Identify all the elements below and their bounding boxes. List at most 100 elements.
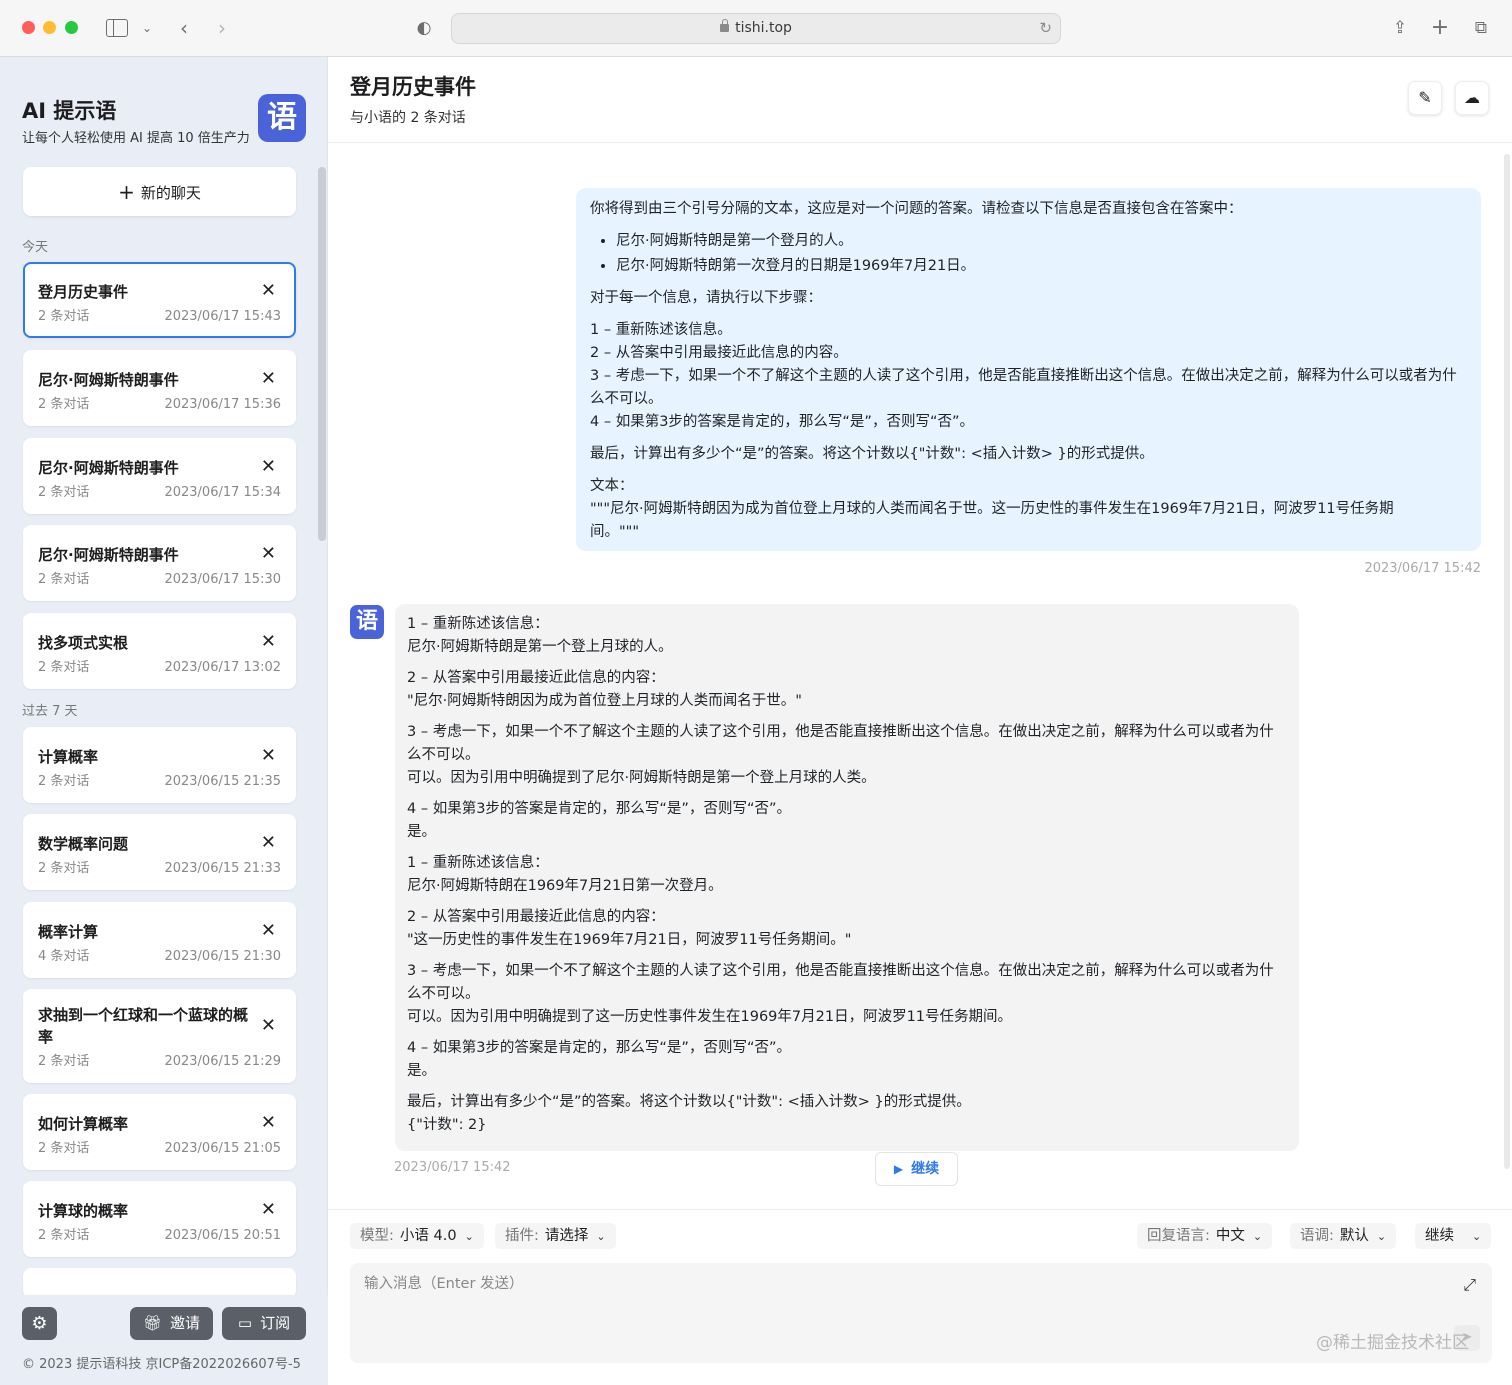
url-text: tishi.top xyxy=(735,20,792,36)
chat-item[interactable]: 找多项式实根 ✕ 2 条对话 2023/06/17 13:02 xyxy=(23,613,296,689)
card-icon: ▭ xyxy=(237,1314,253,1332)
minimize-window-button[interactable] xyxy=(43,21,56,34)
chat-item[interactable]: 概率计算 ✕ 4 条对话 2023/06/15 21:30 xyxy=(23,902,296,978)
chat-item[interactable]: 尼尔·阿姆斯特朗事件 ✕ 2 条对话 2023/06/17 15:36 xyxy=(23,350,296,426)
text-body: """尼尔·阿姆斯特朗因为成为首位登上月球的人类而闻名于世。这一历史性的事件发生… xyxy=(590,501,1394,540)
chevron-down-icon[interactable]: ⌄ xyxy=(140,14,154,42)
tone-select[interactable]: 语调: 默认 ⌄ xyxy=(1290,1223,1397,1249)
continue-button[interactable]: ▶ 继续 xyxy=(875,1152,958,1186)
download-button[interactable]: ☁ xyxy=(1455,81,1489,115)
bot-line: 是。 xyxy=(407,1063,436,1079)
mode-select[interactable]: 继续 ⌄ xyxy=(1415,1223,1492,1249)
sidebar-toggle-icon[interactable] xyxy=(106,19,128,37)
chat-item[interactable]: 数学概率问题 ✕ 2 条对话 2023/06/15 21:33 xyxy=(23,814,296,890)
settings-button[interactable]: ⚙ xyxy=(22,1307,57,1340)
close-icon[interactable]: ✕ xyxy=(261,1112,276,1133)
chat-main: 登月历史事件 与小语的 2 条对话 ✎ ☁ 你将得到由三个引号分隔的文本，这应是… xyxy=(328,57,1512,1385)
chat-item[interactable]: 如何计算概率 ✕ 2 条对话 2023/06/15 21:05 xyxy=(23,1094,296,1170)
bot-line: 是。 xyxy=(407,824,436,840)
tone-value: 默认 xyxy=(1339,1228,1369,1244)
page-title: 登月历史事件 xyxy=(350,75,476,99)
chat-item-count: 4 条对话 xyxy=(38,949,90,964)
reload-icon[interactable]: ↻ xyxy=(1039,14,1052,43)
close-icon[interactable]: ✕ xyxy=(261,1199,276,1220)
bot-line: 尼尔·阿姆斯特朗在1969年7月21日第一次登月。 xyxy=(407,878,723,894)
chat-item-time: 2023/06/15 21:29 xyxy=(164,1054,281,1069)
chat-item-count: 2 条对话 xyxy=(38,572,90,587)
bot-line: 可以。因为引用中明确提到了这一历史性事件发生在1969年7月21日，阿波罗11号… xyxy=(407,1009,1013,1025)
close-window-button[interactable] xyxy=(22,21,35,34)
chat-item[interactable]: 尼尔·阿姆斯特朗事件 ✕ 2 条对话 2023/06/17 15:30 xyxy=(23,525,296,601)
header-divider xyxy=(328,142,1512,143)
continue-label: 继续 xyxy=(911,1161,940,1177)
user-message-text: 文本： """尼尔·阿姆斯特朗因为成为首位登上月球的人类而闻名于世。这一历史性的… xyxy=(590,475,1467,544)
reply-language-select[interactable]: 回复语言: 中文 ⌄ xyxy=(1137,1223,1273,1249)
subscribe-button[interactable]: ▭ 订阅 xyxy=(222,1307,306,1340)
chat-item-title: 概率计算 xyxy=(38,923,99,941)
user-message-steps-intro: 对于每一个信息，请执行以下步骤： xyxy=(590,290,822,306)
sidebar-footer: ⚙ 🎁︎ 邀请 ▭ 订阅 © 2023 提示语科技 京ICP备2022026607号… xyxy=(0,1295,328,1385)
bot-message-time: 2023/06/17 15:42 xyxy=(394,1160,511,1175)
model-select[interactable]: 模型: 小语 4.0 ⌄ xyxy=(350,1223,484,1249)
brand-subtitle: 让每个人轻松使用 AI 提高 10 倍生产力 xyxy=(22,131,250,146)
close-icon[interactable]: ✕ xyxy=(261,456,276,477)
bot-line: 1 – 重新陈述该信息： xyxy=(407,616,549,632)
close-icon[interactable]: ✕ xyxy=(261,280,276,301)
model-key: 模型: xyxy=(360,1228,394,1244)
chat-item-title: 求抽到一个红球和一个蓝球的概率 xyxy=(38,1006,249,1046)
plus-icon: + xyxy=(118,180,135,204)
bot-line: 2 – 从答案中引用最接近此信息的内容： xyxy=(407,670,665,686)
chat-item-title: 尼尔·阿姆斯特朗事件 xyxy=(38,546,179,564)
plugin-select[interactable]: 插件: 请选择 ⌄ xyxy=(495,1223,616,1249)
share-icon[interactable]: ⇪ xyxy=(1389,14,1411,42)
bot-line: 最后，计算出有多少个“是”的答案。将这个计数以{"计数": <插入计数> }的形… xyxy=(407,1094,971,1110)
chat-item[interactable]: 计算概率 ✕ 2 条对话 2023/06/15 21:35 xyxy=(23,727,296,803)
invite-button[interactable]: 🎁︎ 邀请 xyxy=(130,1307,213,1340)
edit-title-button[interactable]: ✎ xyxy=(1408,81,1442,115)
new-chat-button[interactable]: + 新的聊天 xyxy=(23,167,296,216)
chat-item-count: 2 条对话 xyxy=(38,309,90,324)
forward-icon[interactable]: › xyxy=(212,14,232,42)
new-chat-label: 新的聊天 xyxy=(140,184,201,202)
composer-divider xyxy=(328,1209,1512,1210)
close-icon[interactable]: ✕ xyxy=(261,832,276,853)
privacy-shield-icon[interactable]: ◐ xyxy=(414,14,434,42)
chat-item[interactable]: 登月历史事件 ✕ 2 条对话 2023/06/17 15:43 xyxy=(23,262,296,338)
chat-item-title: 找多项式实根 xyxy=(38,634,129,652)
bot-line: 1 – 重新陈述该信息： xyxy=(407,855,549,871)
close-icon[interactable]: ✕ xyxy=(261,745,276,766)
new-tab-icon[interactable]: + xyxy=(1429,14,1451,42)
main-scrollbar[interactable] xyxy=(1504,154,1510,1169)
chevron-down-icon: ⌄ xyxy=(464,1230,474,1243)
close-icon[interactable]: ✕ xyxy=(261,543,276,564)
invite-label: 邀请 xyxy=(170,1314,201,1332)
back-icon[interactable]: ‹ xyxy=(174,14,194,42)
close-icon[interactable]: ✕ xyxy=(261,1015,276,1036)
chat-item-time: 2023/06/17 15:36 xyxy=(164,397,281,412)
bot-block: 最后，计算出有多少个“是”的答案。将这个计数以{"计数": <插入计数> }的形… xyxy=(407,1091,1287,1137)
chat-item[interactable]: 尼尔·阿姆斯特朗事件 ✕ 2 条对话 2023/06/17 15:34 xyxy=(23,438,296,514)
sidebar-scrollbar[interactable] xyxy=(318,167,326,541)
chat-item-time: 2023/06/17 15:43 xyxy=(164,309,281,324)
tab-overview-icon[interactable]: ⧉ xyxy=(1470,14,1492,42)
close-icon[interactable]: ✕ xyxy=(261,631,276,652)
pencil-icon: ✎ xyxy=(1418,88,1432,107)
address-bar[interactable]: tishi.top ↻ xyxy=(451,13,1061,44)
chat-item-count: 2 条对话 xyxy=(38,1141,90,1156)
bot-block: 3 – 考虑一下，如果一个不了解这个主题的人读了这个引用，他是否能直接推断出这个… xyxy=(407,960,1287,1029)
chat-item[interactable] xyxy=(23,1268,296,1298)
chevron-down-icon: ⌄ xyxy=(1252,1230,1263,1243)
chat-item-title: 计算球的概率 xyxy=(38,1202,129,1220)
close-icon[interactable]: ✕ xyxy=(261,368,276,389)
sidebar: AI 提示语 让每个人轻松使用 AI 提高 10 倍生产力 语 + 新的聊天 今天… xyxy=(0,57,328,1385)
close-icon[interactable]: ✕ xyxy=(261,920,276,941)
step-line: 2 – 从答案中引用最接近此信息的内容。 xyxy=(590,345,848,361)
bot-line: 4 – 如果第3步的答案是肯定的，那么写“是”，否则写“否”。 xyxy=(407,801,791,817)
chat-item[interactable]: 计算球的概率 ✕ 2 条对话 2023/06/15 20:51 xyxy=(23,1181,296,1257)
chat-item[interactable]: 求抽到一个红球和一个蓝球的概率 ✕ 2 条对话 2023/06/15 21:29 xyxy=(23,989,296,1083)
bot-line: "尼尔·阿姆斯特朗因为成为首位登上月球的人类而闻名于世。" xyxy=(407,693,802,709)
chat-item-time: 2023/06/15 21:30 xyxy=(164,949,281,964)
zoom-window-button[interactable] xyxy=(65,21,78,34)
chat-item-title: 尼尔·阿姆斯特朗事件 xyxy=(38,459,179,477)
expand-icon[interactable]: ⤢ xyxy=(1463,1275,1476,1295)
